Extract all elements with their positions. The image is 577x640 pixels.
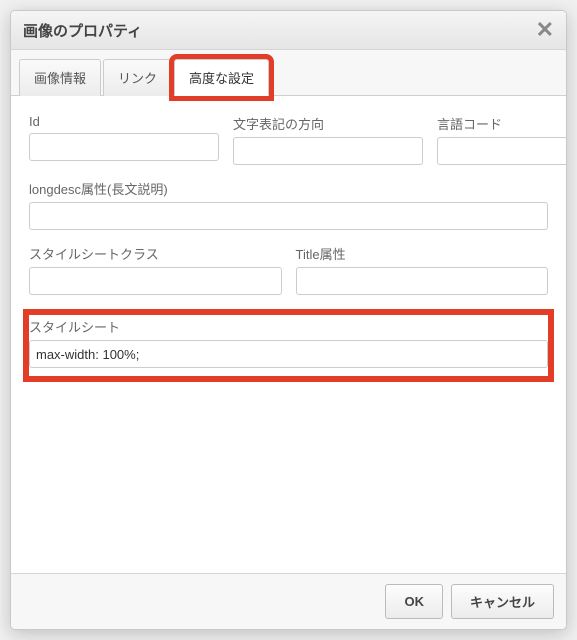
dialog-footer: OK キャンセル [11, 573, 566, 629]
tab-advanced[interactable]: 高度な設定 [174, 59, 269, 96]
lang-code-input[interactable] [437, 137, 566, 165]
tab-image-info[interactable]: 画像情報 [19, 59, 101, 96]
stylesheet-highlight: スタイルシート [23, 309, 554, 382]
tab-link[interactable]: リンク [103, 59, 172, 96]
tab-bar: 画像情報 リンク 高度な設定 [11, 50, 566, 96]
title-attr-input[interactable] [296, 267, 549, 295]
stylesheet-label: スタイルシート [29, 317, 548, 336]
lang-code-label: 言語コード [437, 114, 566, 133]
id-label: Id [29, 114, 219, 129]
image-properties-dialog: 画像のプロパティ ✕ 画像情報 リンク 高度な設定 Id 文字表記の方向 言語コ… [10, 10, 567, 630]
dialog-body: Id 文字表記の方向 言語コード longdesc属性(長文説明) スタイルシー… [11, 96, 566, 573]
dialog-titlebar: 画像のプロパティ ✕ [11, 11, 566, 50]
id-input[interactable] [29, 133, 219, 161]
stylesheet-class-input[interactable] [29, 267, 282, 295]
stylesheet-input[interactable] [29, 340, 548, 368]
text-direction-label: 文字表記の方向 [233, 114, 423, 133]
longdesc-label: longdesc属性(長文説明) [29, 179, 548, 198]
title-attr-label: Title属性 [296, 244, 549, 263]
close-icon[interactable]: ✕ [536, 19, 554, 41]
ok-button[interactable]: OK [385, 584, 443, 619]
stylesheet-class-label: スタイルシートクラス [29, 244, 282, 263]
dialog-title: 画像のプロパティ [23, 20, 536, 41]
cancel-button[interactable]: キャンセル [451, 584, 554, 619]
text-direction-input[interactable] [233, 137, 423, 165]
longdesc-input[interactable] [29, 202, 548, 230]
